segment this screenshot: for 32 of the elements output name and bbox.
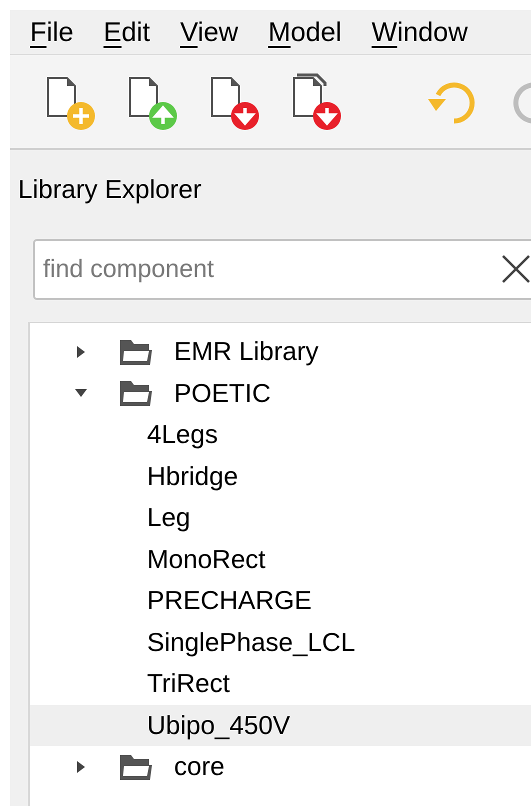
component-label: 4Legs — [147, 418, 218, 452]
tree-item[interactable]: TriRect — [30, 663, 531, 704]
component-label: SinglePhase_LCL — [147, 626, 356, 659]
folder-label: POETIC — [174, 376, 271, 410]
tree-item[interactable]: EMR Library — [30, 331, 531, 372]
folder-label: EMR Library — [174, 335, 318, 368]
component-label: Leg — [147, 501, 190, 534]
tree-item[interactable]: 4Legs — [30, 414, 531, 456]
folder-icon — [118, 378, 154, 408]
tree-item[interactable]: PRECHARGE — [30, 580, 531, 622]
tree-item[interactable]: SinglePhase_LCL — [30, 622, 531, 663]
component-label: Hbridge — [147, 460, 238, 493]
download-files-icon[interactable] — [290, 72, 344, 132]
tree-item[interactable]: Ubipo_450V — [30, 704, 531, 746]
tree-item[interactable]: core — [30, 746, 531, 788]
panel-title: Library Explorer — [18, 173, 203, 206]
menu-item[interactable]: Model — [268, 12, 342, 52]
menu-item[interactable]: File — [30, 12, 74, 52]
component-label: Ubipo_450V — [147, 708, 290, 742]
menu-item[interactable]: View — [180, 12, 238, 52]
component-label: MonoRect — [147, 542, 266, 576]
tree-item[interactable]: MonoRect — [30, 538, 531, 580]
search-field[interactable]: find component — [33, 239, 531, 300]
tree-item[interactable]: POETIC — [30, 372, 531, 414]
component-label: PRECHARGE — [147, 584, 312, 618]
clear-icon[interactable] — [501, 254, 531, 284]
tree-item[interactable]: Leg — [30, 497, 531, 538]
folder-label: core — [174, 750, 225, 784]
menu-item[interactable]: Window — [372, 12, 468, 52]
tree-item[interactable]: Hbridge — [30, 456, 531, 497]
component-label: TriRect — [147, 667, 230, 700]
menu-item[interactable]: Edit — [104, 12, 150, 52]
